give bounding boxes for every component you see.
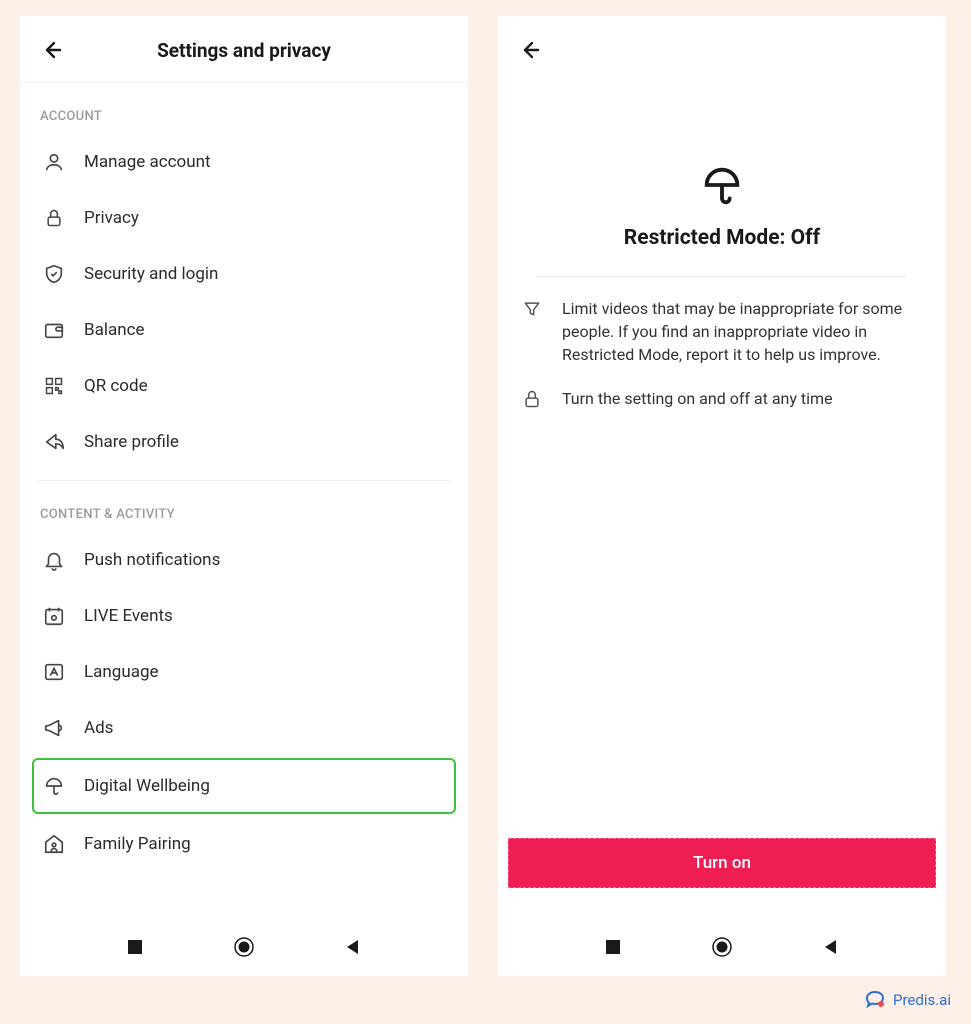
menu-label: Ads	[84, 718, 113, 738]
settings-screen: Settings and privacy ACCOUNT Manage acco…	[20, 16, 468, 976]
menu-label: Language	[84, 662, 159, 682]
menu-item-digital-wellbeing[interactable]: Digital Wellbeing	[32, 758, 456, 814]
divider	[538, 276, 906, 277]
bell-icon	[42, 548, 66, 572]
info-text: Turn the setting on and off at any time	[562, 387, 833, 410]
menu-label: Privacy	[84, 208, 139, 228]
arrow-left-icon	[40, 38, 64, 62]
restricted-mode-screen: Restricted Mode: Off Limit videos that m…	[498, 16, 946, 976]
menu-label: Share profile	[84, 432, 179, 452]
menu-item-ads[interactable]: Ads	[38, 700, 450, 756]
nav-home-button[interactable]	[711, 936, 733, 958]
menu-item-qr-code[interactable]: QR code	[38, 358, 450, 414]
umbrella-icon	[699, 162, 745, 208]
info-row-lock: Turn the setting on and off at any time	[516, 367, 928, 411]
umbrella-icon	[42, 774, 66, 798]
back-button[interactable]	[38, 36, 66, 64]
menu-item-share-profile[interactable]: Share profile	[38, 414, 450, 470]
menu-item-balance[interactable]: Balance	[38, 302, 450, 358]
menu-item-privacy[interactable]: Privacy	[38, 190, 450, 246]
info-text: Limit videos that may be inappropriate f…	[562, 297, 922, 367]
calendar-icon	[42, 604, 66, 628]
nav-home-button[interactable]	[233, 936, 255, 958]
settings-content: ACCOUNT Manage account Privacy Security …	[20, 83, 468, 918]
menu-label: Family Pairing	[84, 834, 191, 854]
info-row-filter: Limit videos that may be inappropriate f…	[516, 277, 928, 367]
brand-text: Predis.ai	[893, 991, 951, 1009]
menu-item-push-notifications[interactable]: Push notifications	[38, 532, 450, 588]
nav-back-button[interactable]	[342, 936, 364, 958]
predis-logo-icon	[863, 988, 887, 1012]
shield-icon	[42, 262, 66, 286]
back-button[interactable]	[516, 36, 544, 64]
language-icon	[42, 660, 66, 684]
menu-label: QR code	[84, 376, 148, 396]
page-title: Settings and privacy	[66, 39, 422, 62]
megaphone-icon	[42, 716, 66, 740]
qr-icon	[42, 374, 66, 398]
menu-item-security[interactable]: Security and login	[38, 246, 450, 302]
settings-header: Settings and privacy	[20, 16, 468, 83]
family-icon	[42, 832, 66, 856]
android-nav-bar	[498, 918, 946, 976]
menu-label: Digital Wellbeing	[84, 776, 210, 796]
section-header-account: ACCOUNT	[40, 109, 450, 124]
nav-recent-button[interactable]	[602, 936, 624, 958]
arrow-left-icon	[518, 38, 542, 62]
restricted-mode-title: Restricted Mode: Off	[624, 226, 820, 250]
menu-item-language[interactable]: Language	[38, 644, 450, 700]
menu-label: LIVE Events	[84, 606, 173, 626]
menu-label: Balance	[84, 320, 145, 340]
person-icon	[42, 150, 66, 174]
section-header-content-activity: CONTENT & ACTIVITY	[40, 507, 450, 522]
menu-item-family-pairing[interactable]: Family Pairing	[38, 816, 450, 872]
nav-back-button[interactable]	[820, 936, 842, 958]
filter-icon	[522, 299, 544, 321]
restricted-content: Restricted Mode: Off Limit videos that m…	[498, 82, 946, 838]
menu-item-manage-account[interactable]: Manage account	[38, 134, 450, 190]
share-icon	[42, 430, 66, 454]
turn-on-button[interactable]: Turn on	[508, 838, 936, 888]
nav-recent-button[interactable]	[124, 936, 146, 958]
wallet-icon	[42, 318, 66, 342]
lock-icon	[522, 389, 544, 411]
brand-watermark: Predis.ai	[863, 988, 951, 1012]
menu-label: Security and login	[84, 264, 218, 284]
menu-label: Push notifications	[84, 550, 220, 570]
android-nav-bar	[20, 918, 468, 976]
restricted-header	[498, 16, 946, 82]
section-divider	[38, 480, 450, 481]
menu-item-live-events[interactable]: LIVE Events	[38, 588, 450, 644]
menu-label: Manage account	[84, 152, 211, 172]
lock-icon	[42, 206, 66, 230]
